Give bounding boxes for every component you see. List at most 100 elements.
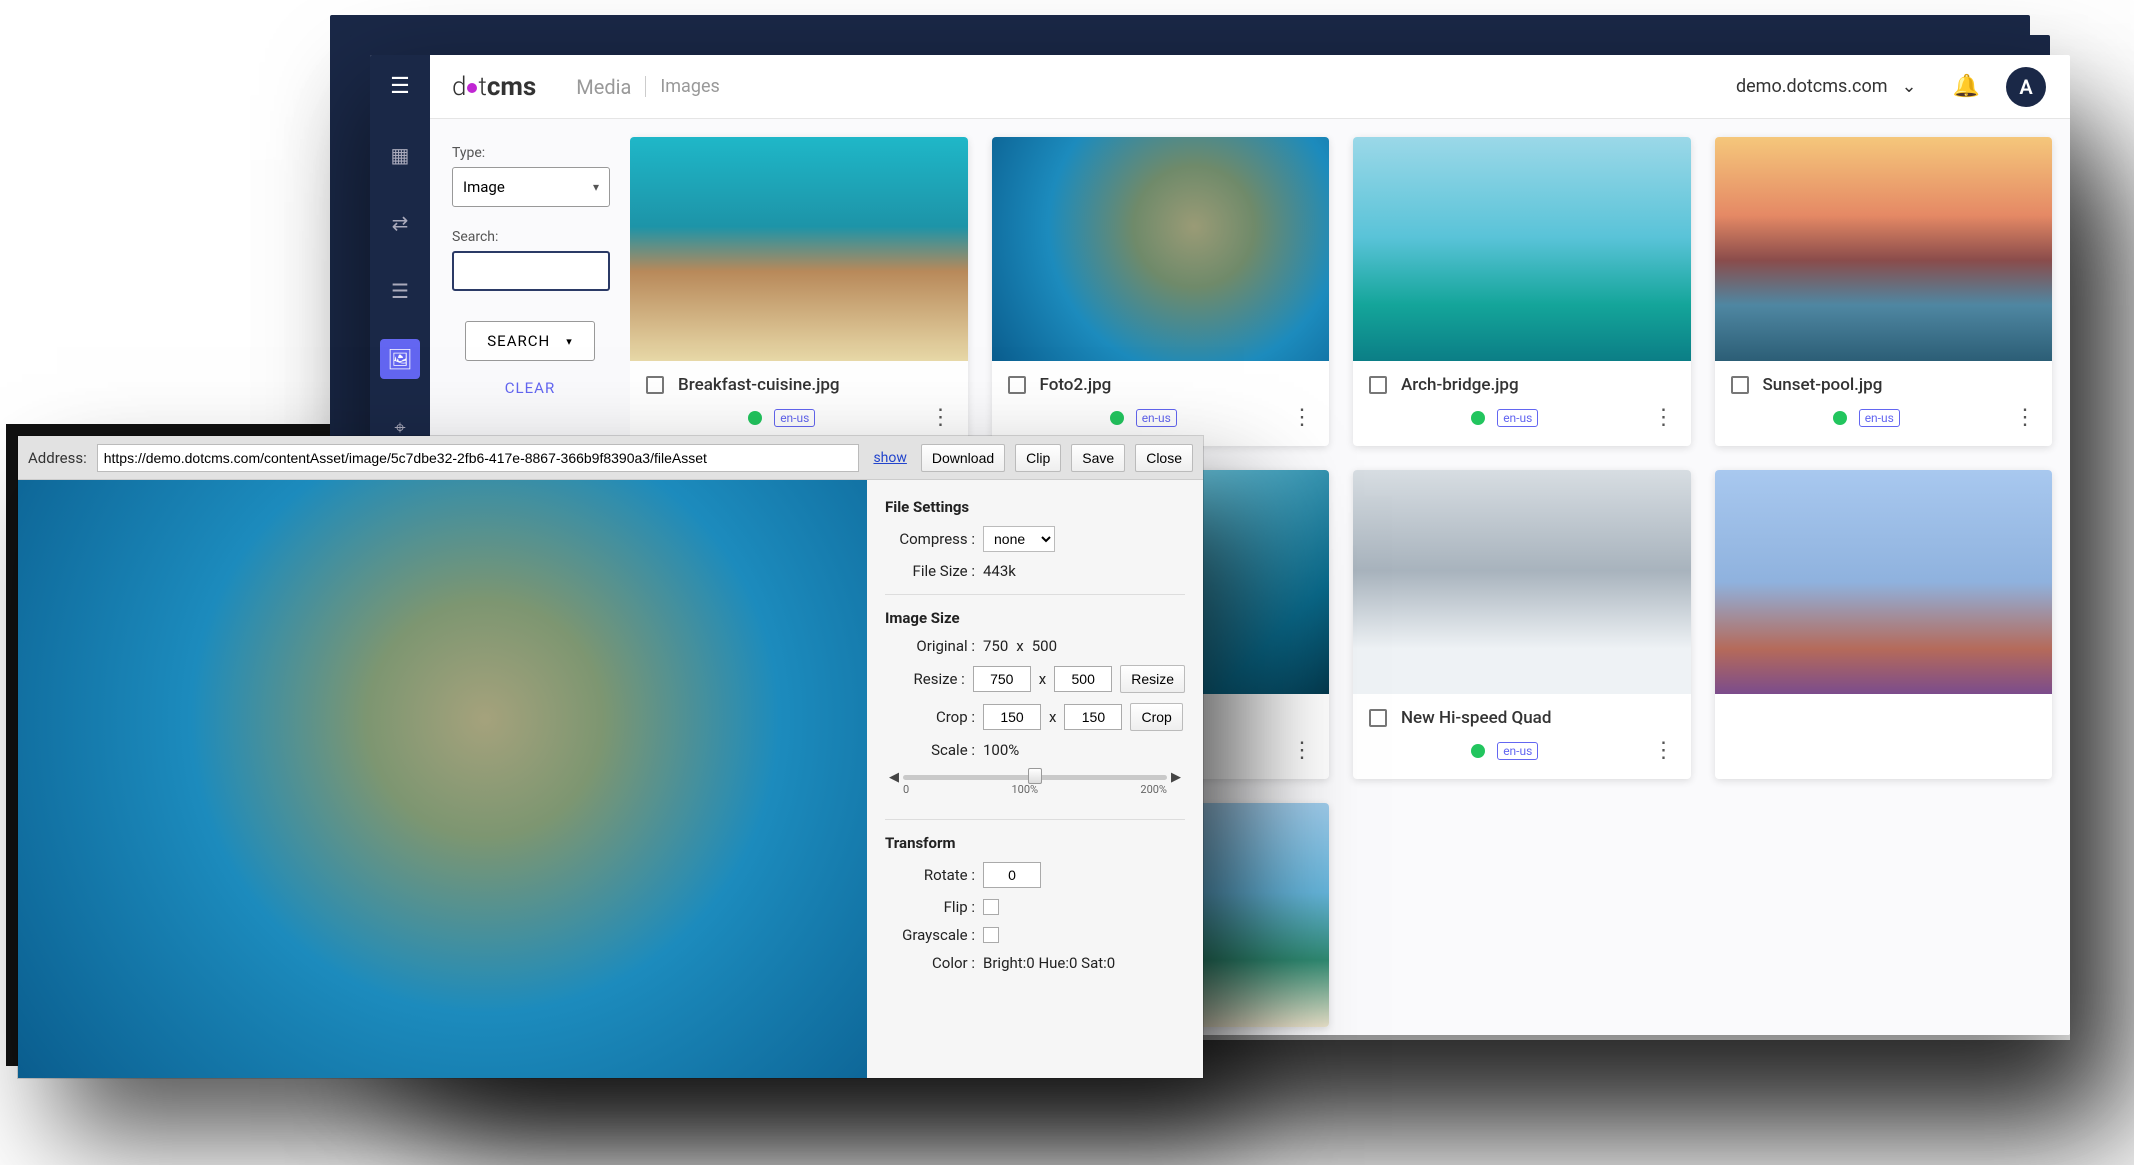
search-label: Search: (452, 229, 608, 245)
domain-selector-dropdown[interactable]: ⌄ (1902, 76, 1917, 97)
color-label: Color : (885, 954, 975, 972)
status-dot-icon (1471, 411, 1485, 425)
card-title: New Hi-speed Quad (1401, 708, 1551, 728)
original-w: 750 (983, 637, 1008, 655)
compress-select[interactable]: none (983, 526, 1055, 552)
rotate-input[interactable] (983, 862, 1041, 888)
show-link[interactable]: show (873, 450, 906, 466)
resize-button[interactable]: Resize (1120, 665, 1185, 693)
scale-slider[interactable]: ◀▶ 0 100% 200% (885, 769, 1185, 805)
editor-sidebar: File Settings Compress : none File Size … (867, 480, 1203, 1078)
filesize-value: 443k (983, 562, 1016, 580)
card-checkbox[interactable] (1731, 376, 1749, 394)
crop-h-input[interactable] (1064, 704, 1122, 730)
crop-label: Crop : (885, 708, 975, 726)
rail-list[interactable]: ☰ (380, 271, 420, 311)
close-button[interactable]: Close (1135, 444, 1193, 472)
menu-button[interactable]: ☰ (370, 55, 430, 119)
card-checkbox[interactable] (646, 376, 664, 394)
caret-down-icon: ▾ (593, 180, 599, 194)
sitemap-icon: ⇄ (392, 211, 409, 235)
card-menu-button[interactable]: ⋮ (1653, 405, 1675, 430)
image-icon: 🖼 (387, 347, 412, 371)
card-checkbox[interactable] (1369, 709, 1387, 727)
card-thumbnail[interactable] (1353, 137, 1691, 361)
type-label: Type: (452, 145, 608, 161)
lang-chip: en-us (1859, 409, 1900, 427)
rail-media[interactable]: 🖼 (380, 339, 420, 379)
lang-chip: en-us (1136, 409, 1177, 427)
media-card: Sunset-pool.jpg en-us ⋮ (1715, 137, 2053, 446)
card-title: Sunset-pool.jpg (1763, 375, 1883, 395)
resize-h-input[interactable] (1054, 666, 1112, 692)
card-menu-button[interactable]: ⋮ (1653, 738, 1675, 763)
lang-chip: en-us (774, 409, 815, 427)
download-button[interactable]: Download (921, 444, 1005, 472)
grayscale-checkbox[interactable] (983, 927, 999, 943)
list-icon: ☰ (391, 279, 409, 303)
card-thumbnail[interactable] (992, 137, 1330, 361)
slider-right-arrow-icon: ▶ (1171, 770, 1181, 785)
editor-preview-image (18, 480, 867, 1078)
lang-chip: en-us (1497, 409, 1538, 427)
rail-sitemap[interactable]: ⇄ (380, 203, 420, 243)
search-input[interactable] (452, 251, 610, 291)
media-card: New Hi-speed Quad en-us ⋮ (1353, 470, 1691, 779)
avatar-initial: A (2019, 75, 2032, 99)
scale-value: 100% (983, 741, 1019, 759)
resize-label: Resize : (885, 670, 965, 688)
crop-w-input[interactable] (983, 704, 1041, 730)
card-menu-button[interactable]: ⋮ (2014, 405, 2036, 430)
status-dot-icon (1110, 411, 1124, 425)
avatar[interactable]: A (2006, 67, 2046, 107)
scale-tick-200: 200% (1140, 783, 1167, 796)
search-button-label: SEARCH (487, 332, 550, 350)
card-checkbox[interactable] (1008, 376, 1026, 394)
hamburger-icon: ☰ (390, 74, 410, 99)
clip-button[interactable]: Clip (1015, 444, 1061, 472)
card-menu-button[interactable]: ⋮ (1291, 738, 1313, 763)
card-menu-button[interactable]: ⋮ (930, 405, 952, 430)
status-dot-icon (1833, 411, 1847, 425)
type-select-value: Image (463, 178, 505, 196)
resize-w-input[interactable] (973, 666, 1031, 692)
chevron-down-icon: ⌄ (1902, 76, 1917, 97)
file-settings-heading: File Settings (885, 498, 1185, 516)
brand-cms: cms (487, 72, 536, 102)
dashboard-icon: ▦ (391, 143, 410, 167)
search-button[interactable]: SEARCH ▾ (465, 321, 595, 361)
domain-selector-label: demo.dotcms.com (1736, 76, 1888, 97)
card-thumbnail[interactable] (630, 137, 968, 361)
editor-preview (18, 480, 867, 1078)
card-thumbnail[interactable] (1715, 137, 2053, 361)
breadcrumb-section: Media (576, 75, 631, 99)
slider-knob[interactable] (1028, 768, 1042, 784)
type-select[interactable]: Image ▾ (452, 167, 610, 207)
status-dot-icon (748, 411, 762, 425)
card-menu-button[interactable]: ⋮ (1291, 405, 1313, 430)
notifications-button[interactable]: 🔔 (1953, 74, 1980, 99)
brand-d: d (452, 72, 466, 102)
save-button[interactable]: Save (1071, 444, 1125, 472)
bell-icon: 🔔 (1953, 74, 1980, 99)
filesize-label: File Size : (885, 562, 975, 580)
card-thumbnail[interactable] (1353, 470, 1691, 694)
rail-dashboard[interactable]: ▦ (380, 135, 420, 175)
card-checkbox[interactable] (1369, 376, 1387, 394)
status-dot-icon (1471, 744, 1485, 758)
media-card: Foto2.jpg en-us ⋮ (992, 137, 1330, 446)
crop-button[interactable]: Crop (1130, 703, 1182, 731)
clear-button[interactable]: CLEAR (452, 379, 608, 397)
card-thumbnail[interactable] (1715, 470, 2053, 694)
card-title: Arch-bridge.jpg (1401, 375, 1519, 395)
rotate-label: Rotate : (885, 866, 975, 884)
caret-down-icon: ▾ (566, 335, 573, 348)
address-bar: Address: show Download Clip Save Close (18, 436, 1203, 480)
slider-left-arrow-icon: ◀ (889, 770, 899, 785)
x-sep: x (1039, 670, 1046, 688)
x-sep: x (1016, 637, 1023, 655)
brand-logo: dtcms (452, 72, 536, 102)
flip-checkbox[interactable] (983, 899, 999, 915)
address-input[interactable] (97, 444, 860, 472)
lang-chip: en-us (1497, 742, 1538, 760)
